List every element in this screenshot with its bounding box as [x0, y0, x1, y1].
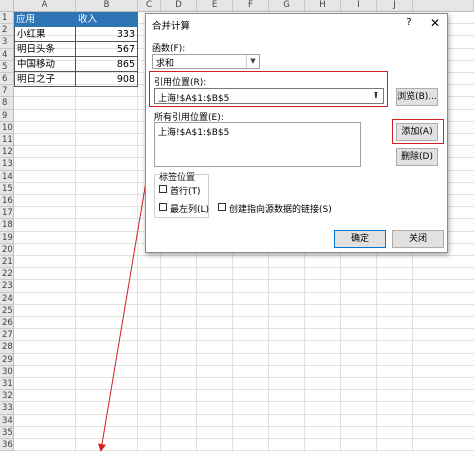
- function-label: 函数(F):: [152, 44, 186, 54]
- function-value: 求和: [156, 59, 175, 69]
- reference-list-item[interactable]: 上海!$A$1:$B$5: [158, 125, 229, 138]
- browse-button[interactable]: 浏览(B)...: [396, 88, 438, 106]
- close-icon[interactable]: ✕: [428, 16, 442, 30]
- add-highlight-frame: [392, 119, 444, 144]
- dialog-titlebar[interactable]: 合并计算 ? ✕: [146, 14, 447, 34]
- first-row-checkbox[interactable]: [159, 185, 167, 193]
- consolidate-dialog: 合并计算 ? ✕ 函数(F): 求和 ▼ 引用位置(R): 上海!$A$1:$B…: [145, 13, 448, 253]
- dialog-title: 合并计算: [152, 21, 191, 32]
- delete-button[interactable]: 删除(D): [396, 148, 438, 166]
- left-column-label[interactable]: 最左列(L): [170, 202, 209, 215]
- close-button[interactable]: 关闭: [392, 230, 444, 248]
- reference-highlight-frame: [149, 71, 388, 107]
- function-select[interactable]: 求和 ▼: [152, 54, 260, 69]
- all-references-list[interactable]: 上海!$A$1:$B$5: [154, 122, 361, 167]
- create-links-checkbox[interactable]: [218, 203, 226, 211]
- left-column-checkbox[interactable]: [159, 203, 167, 211]
- first-row-label[interactable]: 首行(T): [170, 184, 201, 197]
- help-icon[interactable]: ?: [402, 17, 416, 31]
- create-links-label[interactable]: 创建指向源数据的链接(S): [229, 202, 332, 215]
- chevron-down-icon: ▼: [246, 55, 259, 68]
- ok-button[interactable]: 确定: [334, 230, 386, 248]
